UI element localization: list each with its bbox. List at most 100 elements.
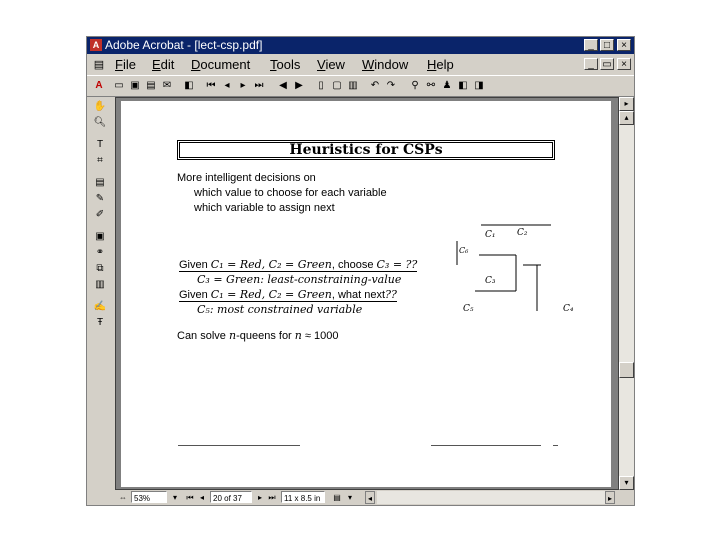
minimize-button[interactable]: _ [584, 39, 598, 51]
title-bar: A Adobe Acrobat - [lect-csp.pdf] _ □ × [87, 37, 634, 54]
scroll-down-icon[interactable]: ▾ [619, 476, 634, 490]
zoom-field[interactable]: 53% [131, 491, 167, 503]
bullet-value-choice: which value to choose for each variable [194, 187, 387, 199]
go-back-icon[interactable]: ◀ [277, 79, 289, 93]
nqueens-n2: n [294, 329, 302, 342]
main-toolbar: A ▭ ▣ ▤ ✉ ◧ ⏮ ◂ ▸ ⏭ ◀ ▶ ▯ ▢ ▥ ↶ ↷ ⚲ ⚯ ♟ … [87, 75, 634, 97]
status-last-page-icon[interactable]: ⏭ [267, 491, 277, 504]
h-scroll-right-icon[interactable]: ▸ [605, 491, 615, 504]
given-line-2: Given C₁ = Red, C₂ = Green, what next?? [179, 288, 397, 302]
label-c1: C₁ [485, 230, 496, 240]
scroll-up-icon[interactable]: ▴ [619, 111, 634, 125]
first-page-icon[interactable]: ⏮ [205, 79, 217, 93]
nqueens-n: n [228, 329, 237, 342]
status-bar: ⇔ 53% ▾ ⏮ ◂ 20 of 37 ▸ ⏭ 11 x 8.5 in ▤ ▾… [115, 490, 634, 505]
doc-minimize-button[interactable]: _ [584, 58, 598, 70]
highlight-tool-icon[interactable]: ✐ [93, 208, 107, 222]
go-forward-icon[interactable]: ▶ [293, 79, 305, 93]
intro-text: More intelligent decisions on [177, 172, 316, 184]
answer-2-lhs: C₅ [197, 303, 210, 316]
footer-rule-left [178, 445, 300, 446]
doc-restore-button[interactable]: ▭ [600, 58, 614, 70]
region-map-diagram: C₁ C₂ C₆ C₃ C₅ C₄ [456, 224, 574, 314]
slide-title: Heuristics for CSPs [177, 140, 555, 160]
given-line-1: Given C₁ = Red, C₂ = Green, choose C₃ = … [179, 258, 418, 272]
fit-width-icon[interactable]: ▥ [347, 79, 359, 93]
text-select-icon[interactable]: T [93, 138, 107, 152]
print-icon[interactable]: ▤ [145, 79, 157, 93]
answer-line-2: C₅: most constrained variable [197, 303, 362, 316]
h-scroll-left-icon[interactable]: ◂ [365, 491, 375, 504]
previous-page-icon[interactable]: ◂ [221, 79, 233, 93]
menu-window[interactable]: Window [362, 57, 408, 72]
save-icon[interactable]: ▣ [129, 79, 141, 93]
status-first-page-icon[interactable]: ⏮ [185, 491, 195, 504]
fit-page-icon[interactable]: ▢ [331, 79, 343, 93]
page-menu-arrow-icon[interactable]: ▸ [619, 97, 634, 111]
answer-1-lhs: C₃ = Green [197, 273, 261, 286]
given-1-question: C₃ = ?? [376, 258, 418, 271]
label-c2: C₂ [517, 228, 528, 238]
touchup-text-icon[interactable]: Ŧ [93, 316, 107, 330]
previous-highlight-icon[interactable]: ◧ [457, 79, 469, 93]
link-tool-icon[interactable]: ⚭ [93, 246, 107, 260]
menu-help[interactable]: Help [427, 57, 454, 72]
vertical-scrollbar[interactable]: ▸ ▴ ▾ [619, 97, 634, 490]
email-icon[interactable]: ✉ [161, 79, 173, 93]
menu-file[interactable]: File [115, 57, 136, 72]
status-prev-page-icon[interactable]: ◂ [197, 491, 207, 504]
given-1-mid: , choose [331, 259, 377, 271]
next-page-icon[interactable]: ▸ [237, 79, 249, 93]
given-2-pre: Given [179, 289, 211, 301]
doc-close-button[interactable]: × [617, 58, 631, 70]
signature-tool-icon[interactable]: ✍ [93, 300, 107, 314]
window-title: Adobe Acrobat - [lect-csp.pdf] [105, 38, 263, 52]
horizontal-scrollbar[interactable] [377, 491, 605, 504]
rotate-right-icon[interactable]: ↷ [385, 79, 397, 93]
document-icon[interactable]: ▤ [92, 58, 106, 72]
note-tool-icon[interactable]: ▤ [93, 176, 107, 190]
given-1-assign: C₁ = Red, C₂ = Green [210, 258, 332, 271]
status-next-page-icon[interactable]: ▸ [255, 491, 265, 504]
acrobat-icon: A [90, 39, 102, 51]
open-icon[interactable]: ▭ [113, 79, 125, 93]
split-handle-icon[interactable]: ⇔ [117, 491, 129, 504]
menu-tools[interactable]: Tools [270, 57, 300, 72]
crop-tool-icon[interactable]: ⌗ [93, 154, 107, 168]
label-c3: C₃ [485, 276, 496, 286]
next-highlight-icon[interactable]: ◨ [473, 79, 485, 93]
label-c5: C₅ [463, 304, 474, 314]
movie-tool-icon[interactable]: ⧉ [93, 262, 107, 276]
given-1-pre: Given [179, 259, 211, 271]
close-button[interactable]: × [617, 39, 631, 51]
hand-tool-icon[interactable]: ✋ [93, 100, 107, 114]
acrobat-logo-icon: A [95, 80, 103, 91]
page-size-field: 11 x 8.5 in [281, 491, 325, 503]
nqueens-post: -queens for [236, 330, 295, 342]
nqueens-text: Can solve n-queens for n ≈ 1000 [177, 329, 339, 342]
actual-size-icon[interactable]: ▯ [315, 79, 327, 93]
form-tool-icon[interactable]: ▣ [93, 230, 107, 244]
article-tool-icon[interactable]: ▥ [93, 278, 107, 292]
rotate-left-icon[interactable]: ↶ [369, 79, 381, 93]
tools-palette: ✋ 🔍︎ T ⌗ ▤ ✎ ✐ ▣ ⚭ ⧉ ▥ ✍ Ŧ [87, 97, 113, 493]
page-layout-icon[interactable]: ▤ [331, 491, 343, 504]
zoom-tool-icon[interactable]: 🔍︎ [93, 116, 107, 130]
maximize-button[interactable]: □ [600, 39, 614, 51]
answer-2-rhs: : most constrained variable [209, 303, 363, 316]
last-page-icon[interactable]: ⏭ [253, 79, 265, 93]
nqueens-approx: ≈ 1000 [301, 330, 339, 342]
scroll-thumb[interactable] [619, 362, 634, 378]
find-icon[interactable]: ⚲ [409, 79, 421, 93]
search-results-icon[interactable]: ♟ [441, 79, 453, 93]
zoom-menu-icon[interactable]: ▾ [170, 491, 180, 504]
document-pane: Heuristics for CSPs More intelligent dec… [115, 97, 619, 490]
menu-view[interactable]: View [317, 57, 345, 72]
pencil-tool-icon[interactable]: ✎ [93, 192, 107, 206]
page-layout-menu-icon[interactable]: ▾ [345, 491, 355, 504]
page-number-field[interactable]: 20 of 37 [210, 491, 252, 503]
search-icon[interactable]: ⚯ [425, 79, 437, 93]
show-navigation-icon[interactable]: ◧ [183, 79, 195, 93]
menu-document[interactable]: Document [191, 57, 250, 72]
menu-edit[interactable]: Edit [152, 57, 174, 72]
